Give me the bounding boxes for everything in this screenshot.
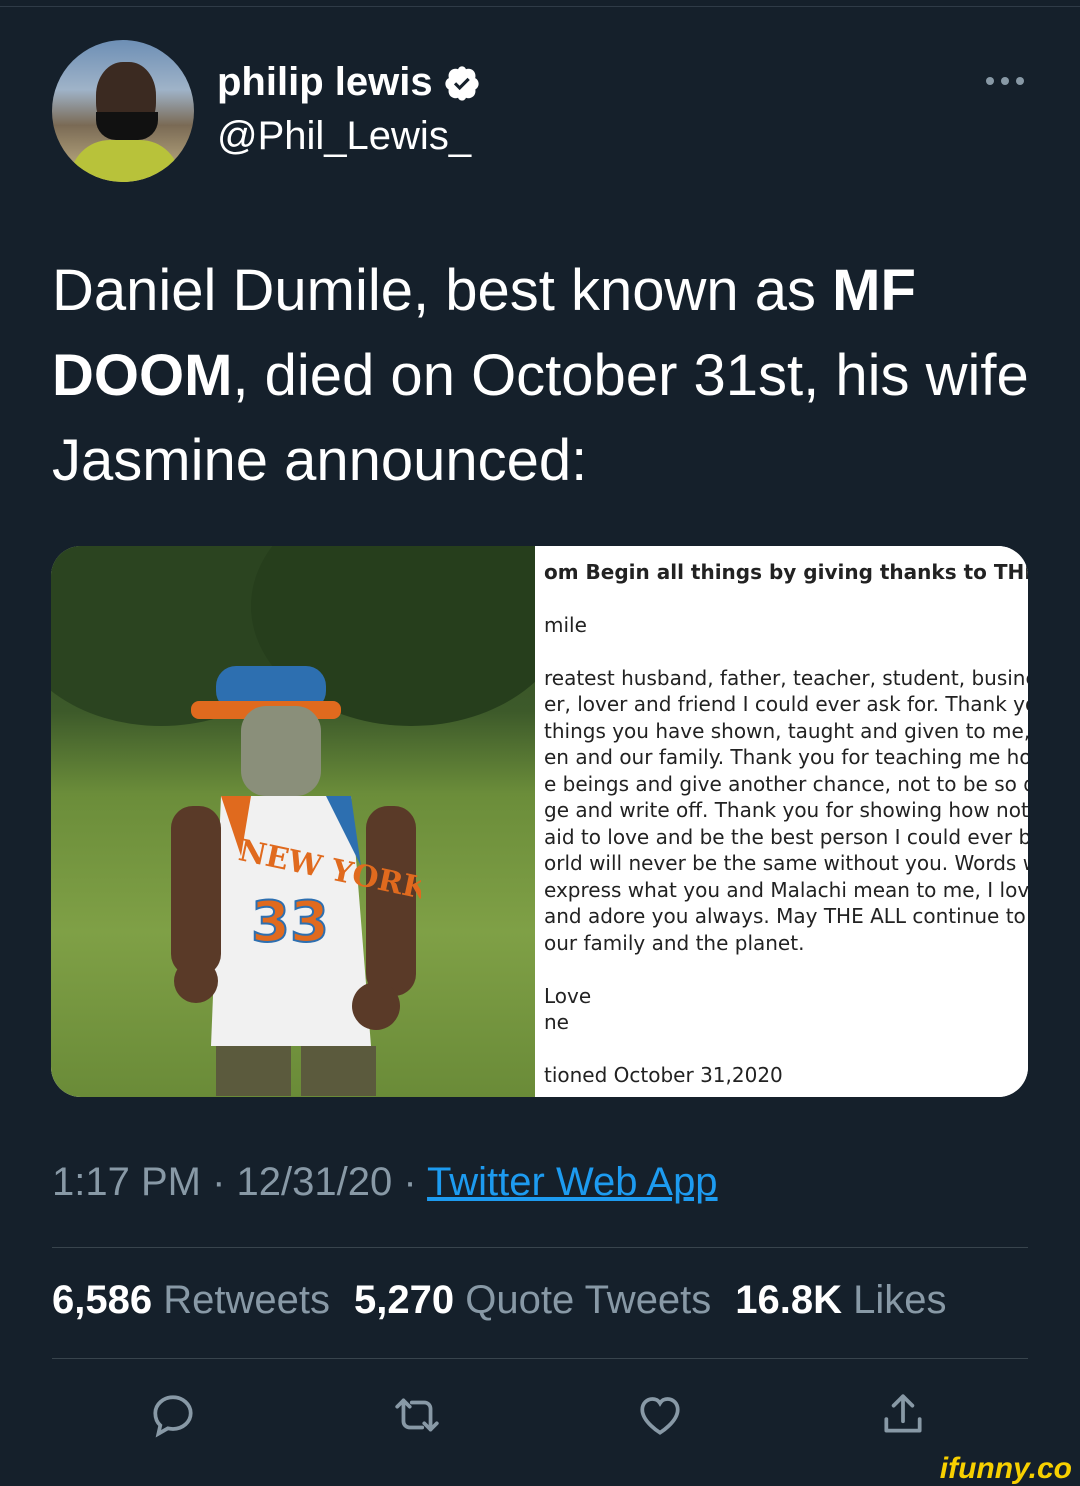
meta-separator: · [200,1160,237,1204]
avatar-shirt [70,140,180,182]
likes-count: 16.8K [735,1278,843,1322]
quotes-count: 5,270 [353,1278,455,1322]
letter-line: and adore you always. May THE ALL contin… [544,904,1028,928]
media-photo[interactable]: NEW YORK 33 [51,546,535,1097]
letter-line: express what you and Malachi mean to me,… [544,878,1028,902]
tweet-meta: 1:17 PM · 12/31/20 · Twitter Web App [52,1160,718,1205]
tweet-stats: 6,586 Retweets 5,270 Quote Tweets 16.8K … [52,1278,947,1323]
letter-line: things you have shown, taught and given … [544,719,1028,743]
avatar-mask [96,112,158,140]
media-letter[interactable]: om Begin all things by giving thanks to … [544,546,1028,1097]
tweet-date[interactable]: 12/31/20 [237,1160,393,1204]
letter-line: mile [544,613,587,637]
letter-line: tioned October 31,2020 [544,1063,783,1087]
retweets-count: 6,586 [52,1278,153,1322]
quotes-stat[interactable]: 5,270 Quote Tweets [354,1278,711,1323]
letter-line: e beings and give another chance, not to… [544,772,1028,796]
more-icon[interactable] [982,66,1028,96]
letter-line: ge and write off. Thank you for showing … [544,798,1028,822]
like-icon[interactable] [635,1390,685,1440]
author-handle[interactable]: @Phil_Lewis_ [217,114,471,159]
likes-label: Likes [853,1278,947,1322]
letter-line: Love [544,984,592,1008]
retweet-icon[interactable] [392,1390,442,1440]
likes-stat[interactable]: 16.8K Likes [735,1278,946,1323]
verified-badge-icon [444,65,479,101]
jersey-number: 33 [251,890,329,955]
letter-line: reatest husband, father, teacher, studen… [544,666,1028,690]
letter-line: our family and the planet. [544,931,805,955]
quotes-label: Quote Tweets [465,1278,712,1322]
letter-line: aid to love and be the best person I cou… [544,825,1028,849]
reply-icon[interactable] [148,1390,198,1440]
retweets-label: Retweets [163,1278,330,1322]
tweet-source-link[interactable]: Twitter Web App [427,1160,718,1204]
retweets-stat[interactable]: 6,586 Retweets [52,1278,330,1323]
letter-line: en and our family. Thank you for teachin… [544,745,1028,769]
meta-separator: · [392,1160,428,1204]
letter-line: ne [544,1010,569,1034]
top-divider [0,6,1080,7]
letter-line: orld will never be the same without you.… [544,851,1028,875]
letter-line: er, lover and friend I could ever ask fo… [544,692,1028,716]
photo-person: NEW YORK 33 [171,666,421,1096]
divider [52,1247,1028,1248]
tweet-text-part-1: Daniel Dumile, best known as [52,258,833,323]
tweet-time[interactable]: 1:17 PM [52,1160,201,1204]
tweet-media[interactable]: NEW YORK 33 om Begin all things by givin… [51,546,1028,1097]
divider [52,1358,1028,1359]
author-name[interactable]: philip lewis [217,60,433,105]
letter-line: om Begin all things by giving thanks to … [544,560,1028,584]
avatar[interactable] [52,40,194,182]
author-name-row[interactable]: philip lewis [217,60,481,105]
share-icon[interactable] [878,1390,928,1440]
tweet-text: Daniel Dumile, best known as MF DOOM, di… [52,248,1042,503]
